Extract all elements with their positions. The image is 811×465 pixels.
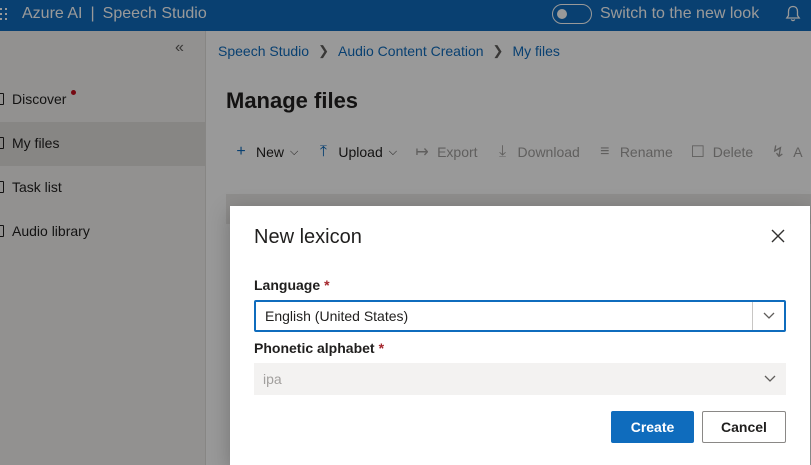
phonetic-alphabet-dropdown[interactable]: ipa (254, 363, 786, 395)
language-label-text: Language (254, 277, 321, 293)
dialog-title: New lexicon (254, 226, 362, 248)
cancel-button[interactable]: Cancel (702, 411, 786, 443)
create-button[interactable]: Create (611, 411, 694, 443)
required-marker: * (324, 277, 330, 293)
language-label: Language * (254, 277, 330, 293)
phonetic-label-text: Phonetic alphabet (254, 340, 375, 356)
required-marker: * (378, 340, 385, 356)
close-icon[interactable] (770, 228, 786, 244)
language-value: English (United States) (265, 308, 409, 324)
phonetic-value: ipa (263, 371, 282, 387)
phonetic-alphabet-label: Phonetic alphabet * (254, 340, 384, 356)
chevron-down-icon (754, 363, 786, 395)
language-dropdown[interactable]: English (United States) (254, 300, 786, 332)
new-lexicon-dialog: New lexicon Language * English (United St… (230, 206, 810, 465)
chevron-down-icon (752, 302, 784, 330)
